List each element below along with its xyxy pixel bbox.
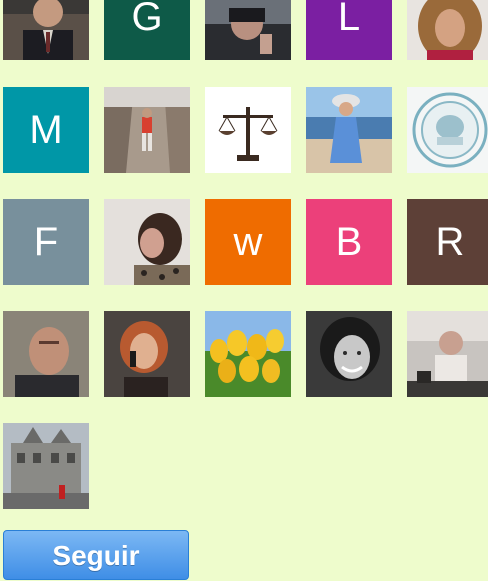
avatar-photo-tulips[interactable] — [205, 311, 291, 397]
avatar-photo-man-bald[interactable] — [3, 311, 89, 397]
follow-button[interactable]: Seguir — [3, 530, 189, 580]
avatar-letter-g-text: G — [131, 0, 163, 39]
avatar-letter-l[interactable]: L — [306, 0, 392, 60]
avatar-photo-man-cafe[interactable] — [407, 311, 488, 397]
avatar-letter-g[interactable]: G — [104, 0, 190, 60]
avatar-letter-m[interactable]: M — [3, 87, 89, 173]
avatar-letter-m-text: M — [29, 107, 63, 152]
avatar-letter-r-text: R — [435, 219, 465, 264]
avatar-photo-person-rocks[interactable] — [104, 87, 190, 173]
avatar-photo-girl-beach[interactable] — [306, 87, 392, 173]
avatar-photo-man-suit[interactable] — [3, 0, 89, 60]
avatar-letter-r[interactable]: R — [407, 199, 488, 285]
avatar-photo-woman-profile[interactable] — [104, 199, 190, 285]
followers-grid: G L M F w B R — [0, 0, 488, 520]
avatar-letter-f[interactable]: F — [3, 199, 89, 285]
avatar-letter-w-text: w — [233, 219, 263, 264]
avatar-photo-woman-phone[interactable] — [104, 311, 190, 397]
avatar-photo-emblem[interactable] — [407, 87, 488, 173]
avatar-letter-w[interactable]: w — [205, 199, 291, 285]
avatar-letter-b-text: B — [335, 219, 363, 264]
avatar-letter-b[interactable]: B — [306, 199, 392, 285]
avatar-photo-building[interactable] — [3, 423, 89, 509]
avatar-letter-l-text: L — [337, 0, 361, 39]
avatar-photo-woman-curly[interactable] — [407, 0, 488, 60]
avatar-letter-f-text: F — [33, 219, 59, 264]
avatar-photo-woman-smile-bw[interactable] — [306, 311, 392, 397]
avatar-photo-person-dark[interactable] — [205, 0, 291, 60]
avatar-photo-scales[interactable] — [205, 87, 291, 173]
